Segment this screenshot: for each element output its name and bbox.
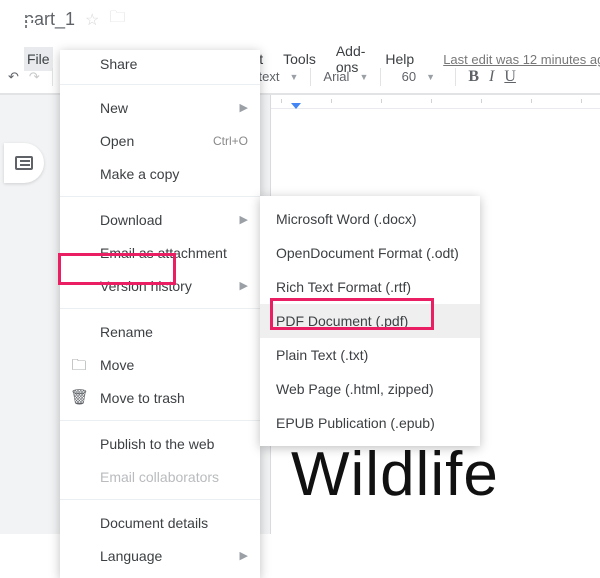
outline-icon [15,156,33,170]
menu-item-move-to-trash[interactable]: 🗑Move to trash [60,381,260,414]
menu-item-make-copy[interactable]: Make a copy [60,157,260,190]
ruler[interactable] [271,95,600,109]
bold-button[interactable]: B [468,68,479,86]
redo-icon[interactable]: ↷ [29,69,40,85]
font-size-picker[interactable]: 60▼ [393,69,443,84]
menu-help[interactable]: Help [382,47,417,71]
chevron-right-icon: ▶ [240,101,248,114]
italic-button[interactable]: I [489,68,494,86]
last-edit-link[interactable]: Last edit was 12 minutes ag [443,52,600,67]
download-submenu: Microsoft Word (.docx) OpenDocument Form… [260,196,480,446]
menu-item-download[interactable]: Download▶ [60,203,260,236]
menu-file[interactable]: File [24,47,53,71]
menu-item-open[interactable]: OpenCtrl+O [60,124,260,157]
menu-item-share[interactable]: Share [60,50,260,78]
download-option-html[interactable]: Web Page (.html, zipped) [260,372,480,406]
underline-button[interactable]: U [504,68,516,86]
download-option-rtf[interactable]: Rich Text Format (.rtf) [260,270,480,304]
shortcut-label: Ctrl+O [213,134,248,148]
chevron-down-icon: ▼ [359,72,368,82]
star-icon[interactable]: ☆ [85,10,99,30]
chevron-down-icon: ▼ [290,72,299,82]
menu-item-language[interactable]: Language▶ [60,539,260,572]
chevron-right-icon: ▶ [240,279,248,292]
download-option-docx[interactable]: Microsoft Word (.docx) [260,202,480,236]
menu-item-move[interactable]: 🗀Move [60,348,260,381]
menu-tools[interactable]: Tools [280,47,319,71]
menu-item-email-collaborators: Email collaborators [60,460,260,493]
menu-item-publish[interactable]: Publish to the web [60,427,260,460]
download-option-txt[interactable]: Plain Text (.txt) [260,338,480,372]
font-picker[interactable]: Arial▼ [323,69,368,84]
undo-icon[interactable]: ↶ [8,69,19,85]
menu-item-rename[interactable]: Rename [60,315,260,348]
chevron-right-icon: ▶ [240,213,248,226]
download-option-pdf[interactable]: PDF Document (.pdf) [260,304,480,338]
download-option-odt[interactable]: OpenDocument Format (.odt) [260,236,480,270]
menu-item-document-details[interactable]: Document details [60,506,260,539]
menu-item-email-attachment[interactable]: Email as attachment [60,236,260,269]
menu-item-version-history[interactable]: Version history▶ [60,269,260,302]
folder-icon: 🗀 [70,355,88,380]
download-option-epub[interactable]: EPUB Publication (.epub) [260,406,480,440]
menu-item-new[interactable]: New▶ [60,91,260,124]
folder-icon[interactable]: 🗀 [109,6,125,33]
outline-toggle-button[interactable] [4,143,44,183]
chevron-down-icon: ▼ [426,72,435,82]
document-body-text[interactable]: Wildlife [291,439,499,510]
chevron-right-icon: ▶ [240,549,248,562]
file-menu-dropdown: Share New▶ OpenCtrl+O Make a copy Downlo… [60,50,260,578]
trash-icon: 🗑 [70,388,88,406]
